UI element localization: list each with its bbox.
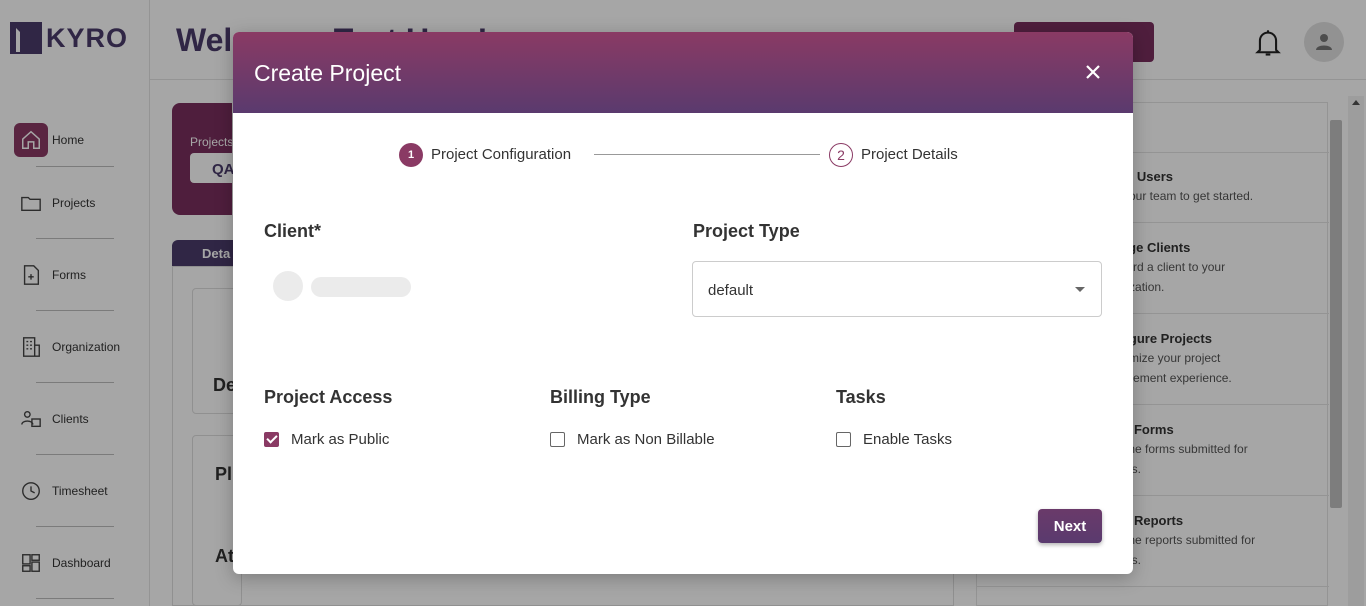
billing-type-label: Billing Type [550, 387, 651, 407]
non-billable-label[interactable]: Mark as Non Billable [577, 431, 715, 448]
mark-public-label[interactable]: Mark as Public [291, 431, 389, 448]
modal-header: Create Project [233, 32, 1133, 113]
non-billable-checkbox[interactable] [550, 432, 565, 447]
mark-public-checkbox[interactable] [264, 432, 279, 447]
project-type-value: default [708, 282, 754, 299]
enable-tasks-checkbox[interactable] [836, 432, 851, 447]
client-loading-bar [311, 277, 411, 297]
step-2-label: Project Details [861, 146, 958, 163]
project-access-label: Project Access [264, 387, 393, 407]
tasks-label: Tasks [836, 387, 886, 407]
step-1-indicator: 1 [399, 143, 423, 167]
enable-tasks-label[interactable]: Enable Tasks [863, 431, 952, 448]
step-connector [594, 154, 820, 155]
next-button[interactable]: Next [1038, 509, 1102, 543]
client-loading-avatar [273, 271, 303, 301]
close-icon[interactable] [1083, 62, 1103, 82]
modal-title: Create Project [254, 60, 402, 86]
client-label: Client* [264, 221, 322, 241]
step-2-indicator: 2 [829, 143, 853, 167]
step-1-label: Project Configuration [431, 146, 572, 163]
caret-down-icon [1075, 287, 1085, 292]
create-project-modal: Create Project 1 Project Configuration 2… [233, 32, 1133, 574]
project-type-select[interactable]: default [692, 261, 1102, 317]
project-type-label: Project Type [693, 221, 800, 241]
stepper: 1 Project Configuration 2 Project Detail… [399, 143, 969, 167]
